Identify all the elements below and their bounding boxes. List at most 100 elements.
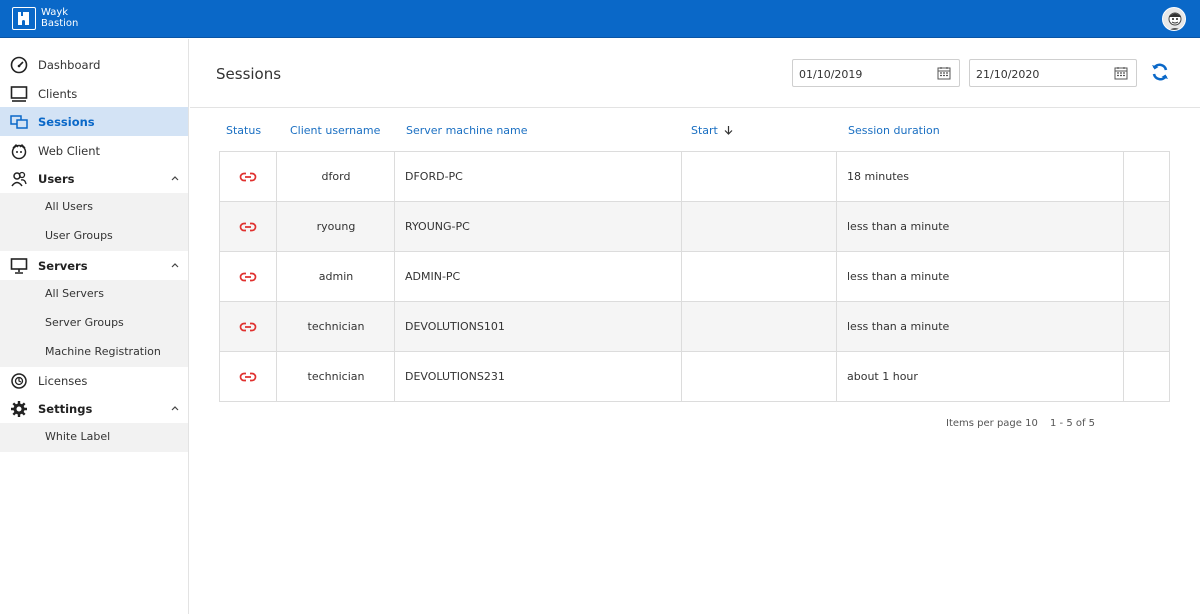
sidebar-item-label: All Servers [45, 287, 104, 300]
sidebar-item-dashboard[interactable]: Dashboard [0, 50, 188, 79]
sessions-icon [10, 115, 28, 129]
cell-actions [1124, 252, 1169, 302]
cell-status [220, 252, 277, 302]
cell-client-username: dford [277, 152, 395, 202]
sidebar-item-all-servers[interactable]: All Servers [0, 280, 188, 309]
sidebar-item-clients[interactable]: Clients [0, 79, 188, 108]
sidebar-item-label: Settings [38, 401, 93, 416]
cell-text: technician [307, 370, 365, 383]
brand-line-1: Wayk [41, 7, 69, 18]
date-from-value: 01/10/2019 [799, 68, 863, 81]
sidebar-item-label: Server Groups [45, 316, 124, 329]
cell-status [220, 152, 277, 202]
server-monitor-icon [10, 258, 28, 274]
cell-text: DFORD-PC [405, 170, 463, 183]
cell-start [682, 352, 837, 402]
page-title: Sessions [216, 65, 282, 83]
sidebar-item-user-groups[interactable]: User Groups [0, 222, 188, 251]
cell-text: 18 minutes [847, 170, 910, 183]
column-header-server-machine-name[interactable]: Server machine name [406, 124, 528, 137]
calendar-icon[interactable] [1114, 66, 1128, 80]
table-row[interactable]: admin ADMIN-PC less than a minute [220, 252, 1169, 302]
cell-text: DEVOLUTIONS231 [405, 370, 505, 383]
column-header-start[interactable]: Start [691, 124, 733, 137]
cell-start [682, 302, 837, 352]
sidebar: Dashboard Clients Sessions Web Client Us… [0, 39, 189, 614]
cell-text: ADMIN-PC [405, 270, 461, 283]
link-icon [239, 372, 257, 382]
chevron-up-icon[interactable] [170, 173, 180, 183]
cell-session-duration: less than a minute [837, 302, 1124, 352]
table-row[interactable]: ryoung RYOUNG-PC less than a minute [220, 202, 1169, 252]
chevron-up-icon[interactable] [170, 260, 180, 270]
column-header-session-duration[interactable]: Session duration [848, 124, 940, 137]
cell-server-machine-name: RYOUNG-PC [395, 202, 682, 252]
cell-text: technician [307, 320, 365, 333]
wayk-bastion-logo[interactable] [12, 7, 36, 30]
user-avatar[interactable] [1162, 7, 1186, 31]
cell-session-duration: less than a minute [837, 202, 1124, 252]
date-to-field[interactable]: 21/10/2020 [969, 59, 1137, 87]
web-client-icon [11, 144, 27, 160]
arrow-down-icon [724, 126, 733, 135]
sidebar-item-label: Licenses [38, 373, 88, 388]
cell-text: RYOUNG-PC [405, 220, 470, 233]
sidebar-item-label: Clients [38, 86, 78, 101]
cell-status [220, 352, 277, 402]
sidebar-item-users[interactable]: Users [0, 164, 188, 193]
cell-client-username: admin [277, 252, 395, 302]
cell-text: less than a minute [847, 220, 950, 233]
cell-client-username: technician [277, 302, 395, 352]
cell-text: admin [318, 270, 354, 283]
cell-text: ryoung [316, 220, 356, 233]
cell-server-machine-name: ADMIN-PC [395, 252, 682, 302]
date-from-field[interactable]: 01/10/2019 [792, 59, 960, 87]
cell-status [220, 302, 277, 352]
column-header-client-username[interactable]: Client username [290, 124, 380, 137]
sidebar-item-web-client[interactable]: Web Client [0, 136, 188, 165]
table-row[interactable]: dford DFORD-PC 18 minutes [220, 152, 1169, 202]
table-row[interactable]: technician DEVOLUTIONS101 less than a minu… [220, 302, 1169, 352]
sidebar-item-licenses[interactable]: Licenses [0, 366, 188, 395]
sidebar-item-all-users[interactable]: All Users [0, 193, 188, 222]
cell-start [682, 202, 837, 252]
chevron-up-icon[interactable] [170, 403, 180, 413]
sidebar-item-label: Dashboard [38, 57, 101, 72]
sidebar-item-label: Servers [38, 258, 88, 273]
cell-session-duration: 18 minutes [837, 152, 1124, 202]
sidebar-item-sessions[interactable]: Sessions [0, 107, 188, 136]
avatar-image [1163, 8, 1185, 30]
cell-client-username: technician [277, 352, 395, 402]
sidebar-item-label: Machine Registration [45, 345, 161, 358]
link-icon [239, 172, 257, 182]
cell-session-duration: less than a minute [837, 252, 1124, 302]
calendar-icon[interactable] [937, 66, 951, 80]
cell-status [220, 202, 277, 252]
cell-text: less than a minute [847, 270, 950, 283]
license-icon [11, 373, 27, 389]
sidebar-item-label: User Groups [45, 229, 113, 242]
link-icon [239, 272, 257, 282]
table-row[interactable]: technician DEVOLUTIONS231 about 1 hour [220, 352, 1169, 402]
sidebar-item-label: Users [38, 171, 75, 186]
sidebar-item-server-groups[interactable]: Server Groups [0, 309, 188, 338]
column-header-status[interactable]: Status [226, 124, 261, 137]
sidebar-item-label: All Users [45, 200, 93, 213]
refresh-icon[interactable] [1150, 62, 1170, 82]
sidebar-item-servers[interactable]: Servers [0, 251, 188, 280]
column-header-start-label: Start [691, 124, 718, 137]
items-per-page[interactable]: Items per page 10 [946, 418, 1038, 429]
cell-actions [1124, 352, 1169, 402]
date-to-value: 21/10/2020 [976, 68, 1040, 81]
brand-line-2: Bastion [41, 18, 79, 29]
page-header: Sessions 01/10/2019 21/10/2020 [190, 39, 1200, 108]
sidebar-item-settings[interactable]: Settings [0, 394, 188, 423]
link-icon [239, 322, 257, 332]
monitor-icon [10, 86, 28, 102]
top-bar: Wayk Bastion [0, 0, 1200, 38]
cell-text: DEVOLUTIONS101 [405, 320, 505, 333]
sidebar-item-white-label[interactable]: White Label [0, 423, 188, 452]
sidebar-item-machine-registration[interactable]: Machine Registration [0, 338, 188, 367]
cell-text: about 1 hour [847, 370, 918, 383]
sidebar-item-label: White Label [45, 430, 111, 443]
